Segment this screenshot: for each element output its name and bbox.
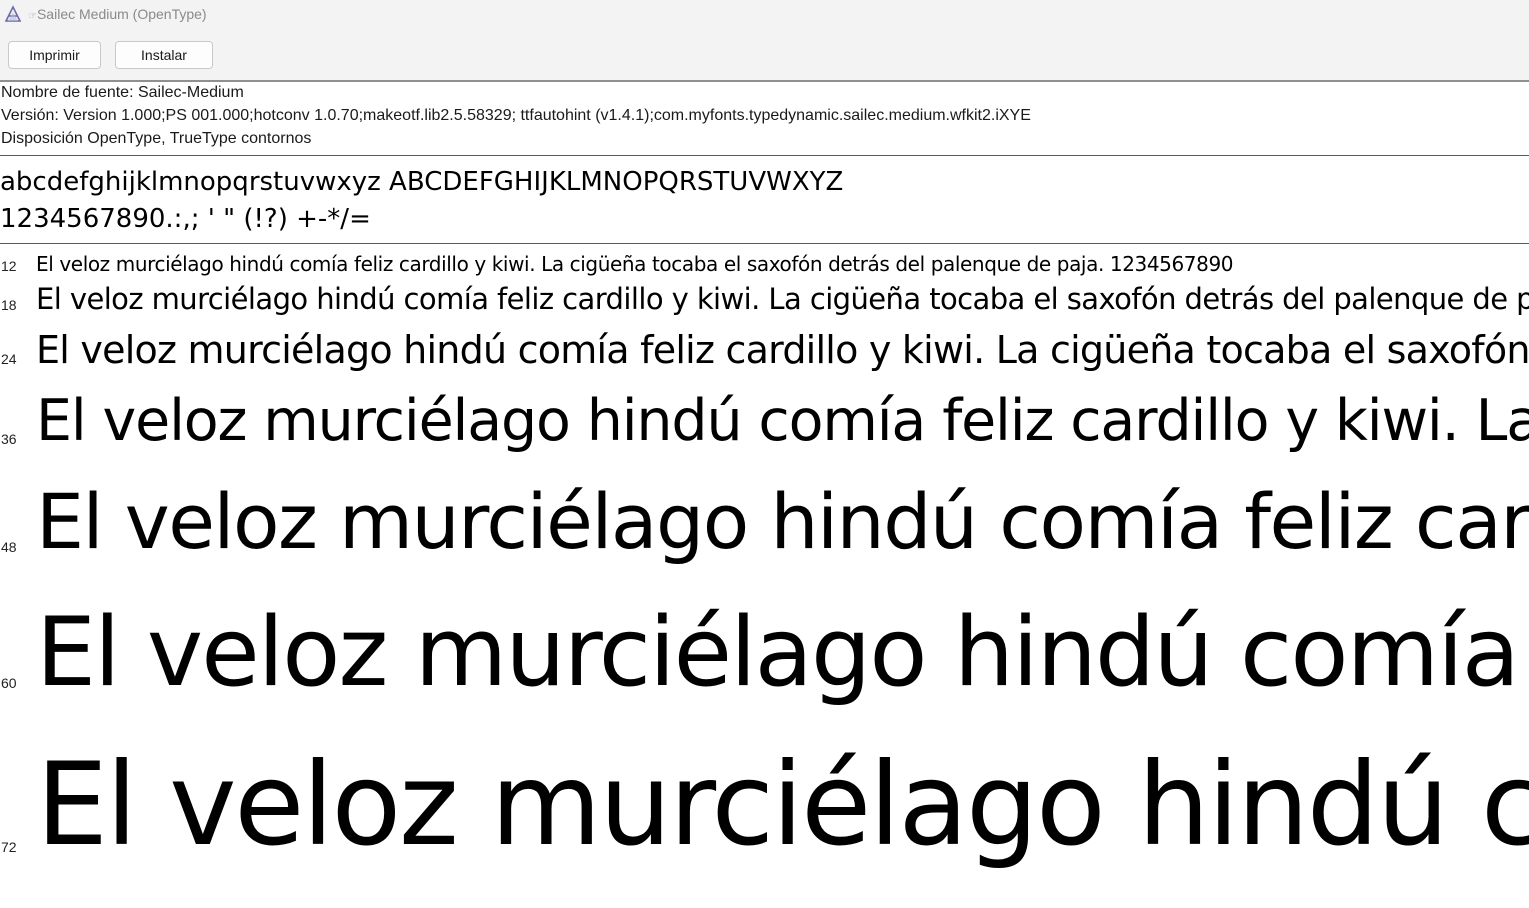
install-button[interactable]: Instalar — [115, 41, 213, 69]
print-button[interactable]: Imprimir — [8, 41, 101, 69]
font-version-line: Versión: Version 1.000;PS 001.000;hotcon… — [1, 107, 1031, 124]
sample-text: El veloz murciélago hindú comía — [36, 738, 1529, 871]
charset-letters: abcdefghijklmnopqrstuvwxyz ABCDEFGHIJKLM… — [0, 167, 844, 197]
sample-row-18: 18 El veloz murciélago hindú comía feliz… — [0, 280, 1529, 320]
size-label: 48 — [1, 539, 17, 555]
charset-digits: 1234567890.:,; ' " (!?) +-*/= — [0, 204, 371, 234]
sample-text: El veloz murciélago hindú comía feliz ca… — [36, 282, 1529, 316]
divider — [0, 155, 1529, 156]
size-label: 60 — [1, 675, 17, 691]
font-name-line: Nombre de fuente: Sailec-Medium — [1, 84, 244, 101]
size-label: 24 — [1, 351, 17, 367]
sample-text: El veloz murciélago hindú comía feliz ca… — [36, 252, 1234, 276]
font-layout-line: Disposición OpenType, TrueType contornos — [1, 130, 312, 147]
sample-row-72: 72 El veloz murciélago hindú comía — [0, 718, 1529, 908]
sample-row-36: 36 El veloz murciélago hindú comía feliz… — [0, 380, 1529, 460]
window-title: ☞Sailec Medium (OpenType) — [28, 6, 207, 22]
size-label: 72 — [1, 839, 17, 855]
sample-row-12: 12 El veloz murciélago hindú comía feliz… — [0, 250, 1529, 280]
sample-text: El veloz murciélago hindú comía feliz — [36, 598, 1529, 708]
divider — [0, 243, 1529, 244]
sample-row-60: 60 El veloz murciélago hindú comía feliz — [0, 580, 1529, 710]
sample-text: El veloz murciélago hindú comía feliz ca… — [36, 328, 1529, 372]
size-label: 36 — [1, 431, 17, 447]
size-label: 12 — [1, 258, 17, 274]
font-viewer-icon — [4, 5, 22, 22]
sample-row-24: 24 El veloz murciélago hindú comía feliz… — [0, 322, 1529, 372]
title-bar: ☞Sailec Medium (OpenType) — [0, 0, 1529, 30]
sample-text: El veloz murciélago hindú comía feliz ca… — [36, 477, 1529, 566]
font-file-icon: ☞ — [28, 11, 37, 22]
sample-text: El veloz murciélago hindú comía feliz ca… — [36, 388, 1529, 454]
size-label: 18 — [1, 297, 17, 313]
sample-row-48: 48 El veloz murciélago hindú comía feliz… — [0, 465, 1529, 575]
toolbar: Imprimir Instalar — [0, 30, 1529, 82]
